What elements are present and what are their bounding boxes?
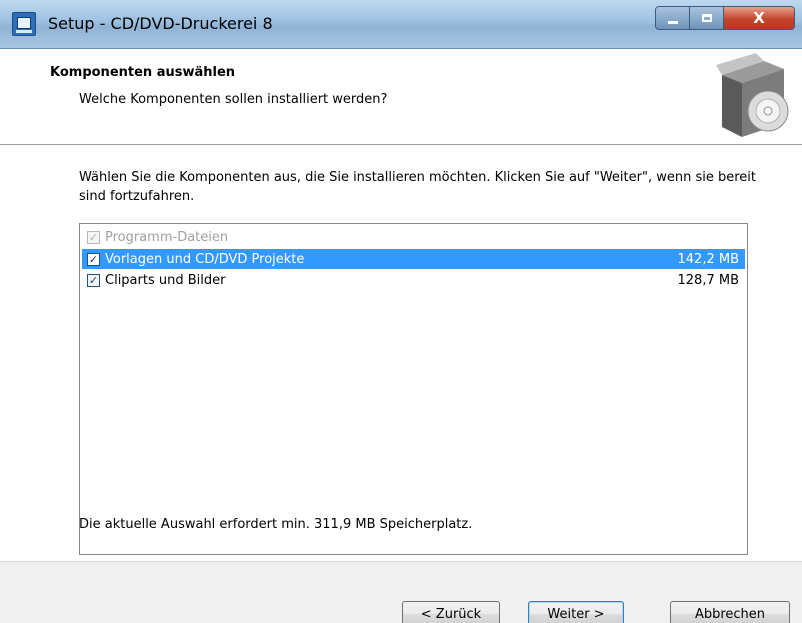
cancel-button[interactable]: Abbrechen [670,601,790,623]
component-size: 128,7 MB [677,272,739,288]
component-row-vorlagen[interactable]: ✓ Vorlagen und CD/DVD Projekte 142,2 MB [82,249,745,269]
component-size: 142,2 MB [677,251,739,267]
component-row-programm-dateien: ✓ Programm-Dateien [82,227,745,247]
component-row-cliparts[interactable]: ✓ Cliparts und Bilder 128,7 MB [82,270,745,290]
page-title: Komponenten auswählen [50,65,236,80]
component-label: Cliparts und Bilder [105,272,226,288]
back-button[interactable]: < Zurück [402,601,500,623]
wizard-content: Wählen Sie die Komponenten aus, die Sie … [0,145,802,623]
components-list[interactable]: ✓ Programm-Dateien ✓ Vorlagen und CD/DVD… [79,223,748,555]
component-checkbox-vorlagen[interactable]: ✓ [87,252,100,266]
minimize-button[interactable] [656,7,690,29]
component-checkbox-programm-dateien: ✓ [87,230,100,244]
monitor-foot [16,30,32,33]
intro-text: Wählen Sie die Komponenten aus, die Sie … [79,170,757,204]
title-bar[interactable]: Setup - CD/DVD-Druckerei 8 X [0,0,802,49]
minimize-icon [667,20,678,24]
software-box-icon [716,53,789,137]
page-subtitle: Welche Komponenten sollen installiert we… [79,92,388,107]
close-icon: X [753,9,765,27]
next-button[interactable]: Weiter > [528,601,624,623]
component-checkbox-cliparts[interactable]: ✓ [87,273,100,287]
caption-buttons: X [655,6,795,30]
space-required-text: Die aktuelle Auswahl erfordert min. 311,… [79,517,473,532]
maximize-icon [701,14,712,22]
close-button[interactable]: X [724,7,794,29]
wizard-header: Komponenten auswählen Welche Komponenten… [0,49,802,145]
maximize-button[interactable] [690,7,724,29]
setup-window: Setup - CD/DVD-Druckerei 8 X Komponenten… [0,0,802,623]
setup-app-icon[interactable] [12,12,36,36]
window-title: Setup - CD/DVD-Druckerei 8 [48,14,273,33]
monitor-screen [17,17,31,29]
component-label: Vorlagen und CD/DVD Projekte [105,251,305,267]
component-label: Programm-Dateien [105,229,229,245]
